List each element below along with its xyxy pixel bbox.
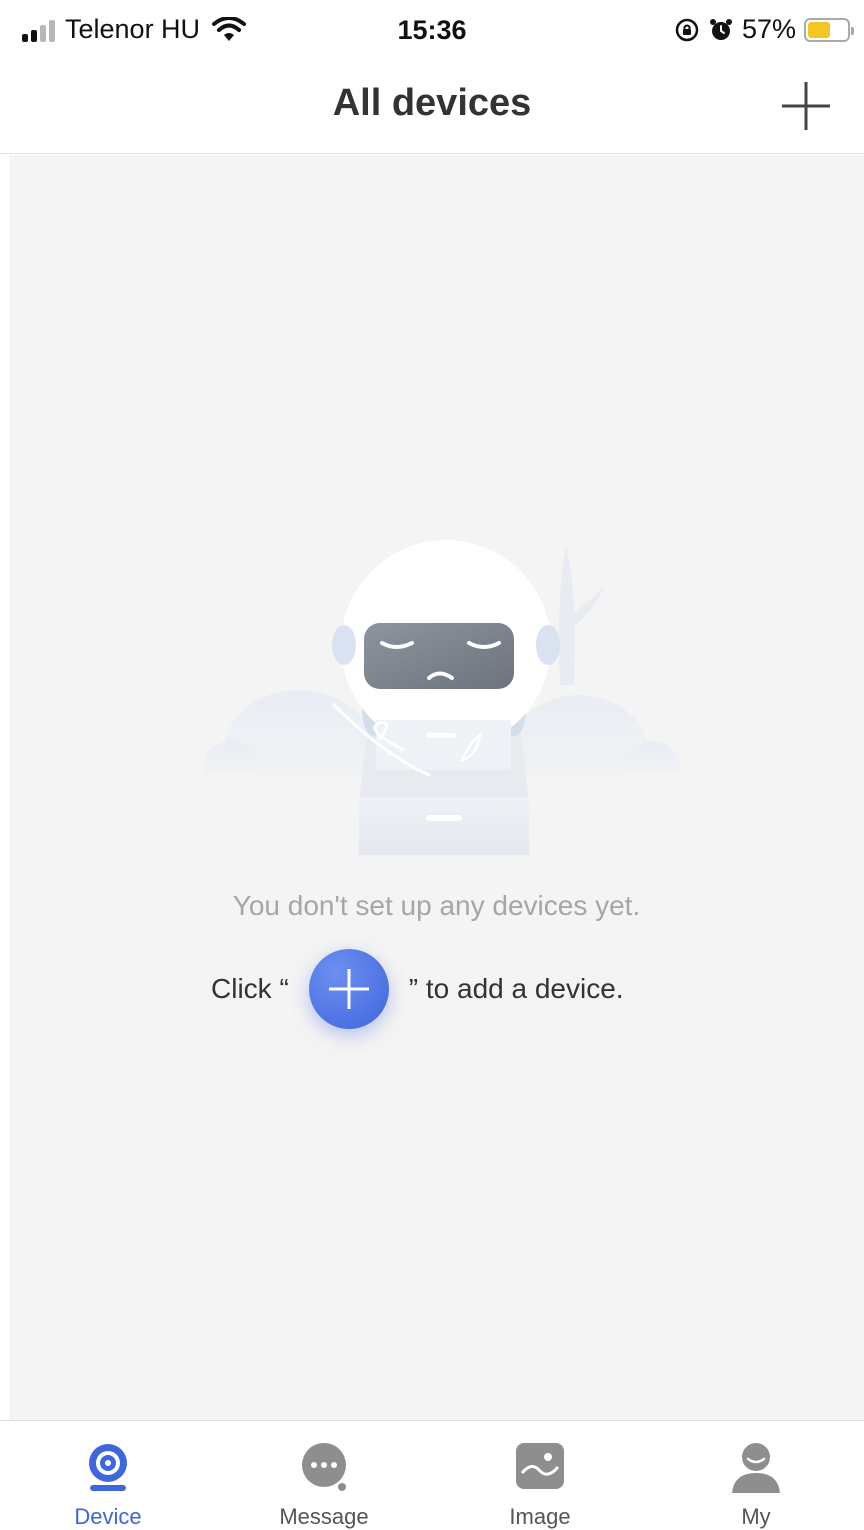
tab-bar: Device Message Image My: [0, 1420, 864, 1530]
status-right: 57%: [674, 14, 854, 45]
empty-state-message: You don't set up any devices yet.: [232, 890, 641, 921]
battery-fill: [808, 21, 830, 38]
nav-header: All devices: [0, 62, 864, 154]
page-title: All devices: [332, 82, 532, 124]
chat-icon: [302, 1443, 346, 1491]
battery-percent: 57%: [741, 14, 796, 44]
tab-device[interactable]: Device: [0, 1421, 216, 1530]
hint-add-button[interactable]: [308, 949, 389, 1029]
image-icon: [516, 1443, 564, 1489]
tab-message[interactable]: Message: [216, 1421, 432, 1530]
plus-icon: [782, 82, 830, 130]
tab-label: Device: [74, 1504, 142, 1529]
device-list-area: You don't set up any devices yet. Click …: [9, 155, 864, 1420]
tab-my[interactable]: My: [648, 1421, 864, 1530]
tab-label: My: [741, 1504, 771, 1529]
add-device-button[interactable]: [778, 78, 834, 134]
tab-label: Message: [279, 1504, 369, 1529]
plus-icon: [328, 969, 369, 1009]
add-device-hint: Click “ ” to add a device.: [211, 947, 624, 1031]
empty-robot-illustration: [204, 540, 684, 855]
user-icon: [732, 1443, 780, 1493]
battery-icon: [804, 17, 854, 42]
tab-image[interactable]: Image: [432, 1421, 648, 1530]
hint-text-after: ” to add a device.: [408, 973, 624, 1004]
alarm-icon: [709, 18, 732, 40]
rotation-lock-icon: [675, 18, 699, 41]
status-bar: Telenor HU 15:36 57%: [0, 0, 864, 62]
tab-label: Image: [509, 1504, 571, 1529]
hint-text-before: Click “: [211, 973, 289, 1004]
camera-icon: [89, 1444, 127, 1491]
